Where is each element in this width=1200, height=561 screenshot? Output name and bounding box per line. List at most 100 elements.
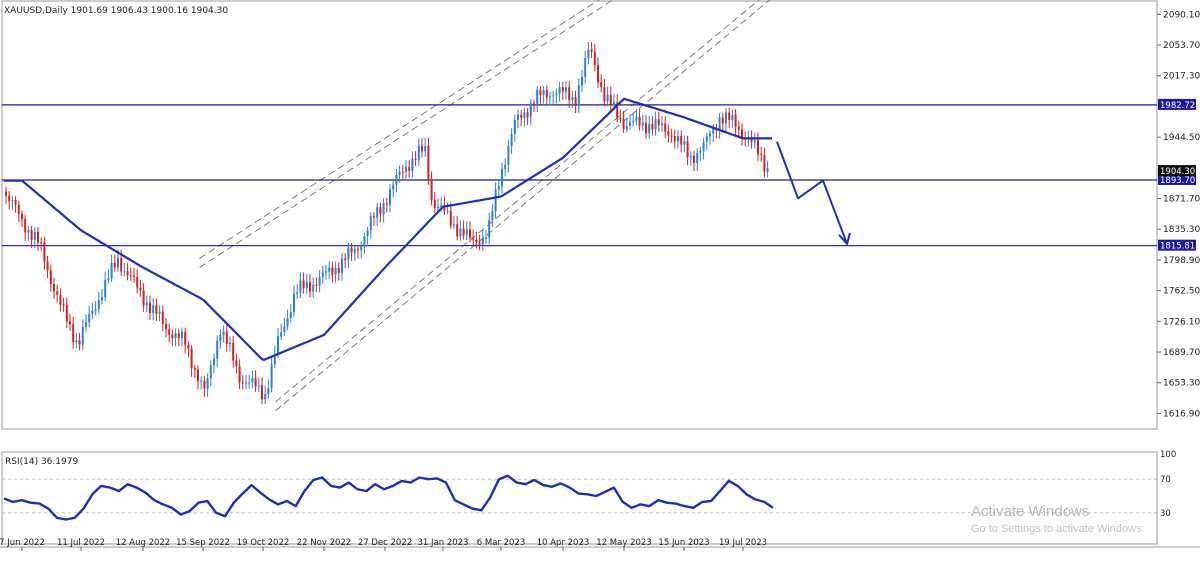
y-tick-label: 2090.10: [1163, 10, 1200, 20]
candle-body: [533, 103, 535, 105]
candle-body: [235, 360, 238, 367]
candle-body: [69, 321, 71, 325]
candle-body: [507, 146, 510, 165]
candle-body: [62, 304, 65, 306]
candle-body: [737, 126, 740, 130]
candle-body: [286, 318, 289, 327]
candle-body: [206, 378, 209, 389]
candle-body: [632, 120, 635, 123]
candle-body: [331, 267, 334, 275]
candle-body: [549, 96, 551, 98]
candle-body: [357, 249, 359, 251]
candle-body: [667, 131, 670, 136]
x-tick-label: 27 Dec 2022: [358, 538, 412, 548]
candle-body: [337, 267, 340, 273]
candle-body: [133, 275, 135, 278]
candle-body: [501, 168, 503, 186]
candle-body: [187, 344, 190, 349]
candle-body: [341, 258, 343, 273]
candle-body: [510, 133, 513, 147]
watermark-title: Activate Windows: [971, 503, 1090, 520]
x-tick-label: 31 Jan 2023: [418, 538, 469, 548]
candle-body: [437, 207, 439, 209]
candle-body: [168, 329, 171, 335]
y-tick-label: 1762.50: [1163, 287, 1200, 297]
candle-body: [504, 164, 507, 169]
candle-body: [59, 294, 62, 305]
candle-body: [289, 312, 292, 319]
candle-body: [251, 378, 254, 383]
candle-body: [149, 302, 151, 314]
rsi-label: RSI(14) 36.1979: [5, 457, 78, 467]
candle-body: [136, 277, 139, 288]
x-tick-label: 10 Apr 2023: [537, 538, 590, 548]
candle-body: [462, 228, 465, 236]
candle-body: [613, 102, 615, 106]
candle-body: [465, 229, 468, 236]
candle-body: [590, 49, 593, 52]
candle-body: [85, 322, 87, 328]
candle-body: [75, 340, 78, 343]
x-tick-label: 19 Oct 2022: [237, 538, 290, 548]
candle-body: [539, 89, 542, 96]
candle-body: [277, 336, 279, 355]
watermark-subtitle: Go to Settings to activate Windows.: [971, 523, 1145, 535]
candle-body: [248, 382, 251, 384]
candle-body: [318, 277, 321, 286]
candle-body: [488, 220, 491, 238]
candle-body: [606, 94, 609, 102]
candle-body: [155, 305, 158, 314]
candle-body: [696, 152, 699, 163]
rsi-y-tick-label: 30: [1160, 509, 1171, 519]
candle-body: [485, 237, 487, 239]
candle-body: [219, 335, 222, 341]
candle-body: [693, 155, 695, 163]
candle-body: [129, 275, 132, 277]
x-tick-label: 12 May 2023: [596, 538, 651, 548]
candle-body: [433, 200, 436, 208]
candle-body: [145, 302, 148, 306]
candle-body: [689, 155, 692, 158]
candle-body: [654, 119, 657, 130]
candle-body: [366, 230, 369, 237]
candle-body: [261, 385, 263, 400]
candle-body: [107, 278, 110, 280]
candle-body: [603, 87, 606, 102]
candle-body: [88, 313, 91, 323]
candle-body: [321, 272, 324, 278]
candle-body: [600, 82, 603, 88]
candle-body: [382, 203, 385, 215]
candle-body: [213, 358, 215, 366]
candle-body: [446, 210, 449, 212]
y-tick-label: 1871.70: [1163, 195, 1200, 205]
candle-body: [529, 103, 532, 117]
candle-body: [405, 167, 407, 172]
candle-body: [120, 257, 123, 272]
candle-body: [577, 85, 580, 106]
candle-body: [254, 378, 257, 387]
candle-body: [664, 123, 667, 132]
candle-body: [609, 94, 612, 106]
candle-body: [8, 195, 11, 202]
candle-body: [369, 216, 372, 231]
candle-body: [46, 261, 49, 271]
candle-body: [30, 230, 33, 240]
candle-body: [494, 189, 497, 212]
candle-body: [677, 135, 679, 142]
candle-body: [56, 291, 59, 295]
y-tick-label: 1798.90: [1163, 256, 1200, 266]
level-label: 1982.72: [1160, 101, 1195, 111]
candle-body: [622, 119, 625, 130]
level-label: 1893.70: [1160, 176, 1195, 186]
candle-body: [456, 224, 459, 237]
y-tick-label: 1689.70: [1163, 348, 1200, 358]
candle-body: [581, 76, 583, 86]
candle-body: [363, 236, 366, 246]
candle-body: [571, 97, 574, 101]
candle-body: [280, 332, 283, 337]
level-label: 1815.81: [1160, 242, 1195, 252]
candle-body: [24, 218, 27, 233]
candle-body: [497, 185, 500, 190]
candle-body: [43, 242, 46, 262]
candle-body: [593, 51, 596, 66]
